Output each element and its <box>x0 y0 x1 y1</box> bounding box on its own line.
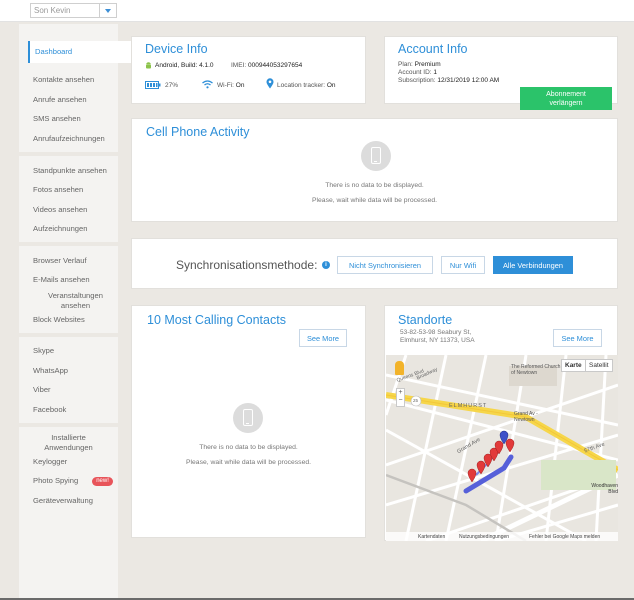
device-info-title: Device Info <box>145 42 208 56</box>
location-value: On <box>326 82 336 89</box>
account-id-value: 1 <box>433 69 438 76</box>
sidebar-item-installed-apps[interactable]: Installierte Anwendungen <box>19 433 118 453</box>
most-calling-contacts-card: 10 Most Calling Contacts See More There … <box>131 305 366 538</box>
build-value: 4.1.0 <box>199 62 214 69</box>
os-label: Android, Build: <box>155 62 198 69</box>
sidebar-item-keylogger[interactable]: Keylogger <box>19 457 118 467</box>
location-pin-icon <box>266 78 274 89</box>
map-terms-link[interactable]: Nutzungsbedingungen <box>459 534 509 540</box>
sidebar: Dashboard Kontakte ansehen Anrufe ansehe… <box>19 24 149 598</box>
location-label: Location tracker: <box>277 82 326 89</box>
sync-method-title: Synchronisationsmethode: <box>176 258 318 272</box>
activity-empty-message: There is no data to be displayed. <box>325 182 424 189</box>
sidebar-divider <box>19 333 118 337</box>
imei-label: IMEI: <box>231 62 247 69</box>
phone-icon <box>361 141 391 171</box>
wifi-label: Wi-Fi: <box>217 82 234 89</box>
user-select-value: Son Kevin <box>34 6 71 15</box>
map-type-karte[interactable]: Karte <box>561 359 586 372</box>
top-bar: Son Kevin <box>0 0 634 22</box>
locations-card: Standorte 53-82-53-98 Seabury St, Elmhur… <box>384 305 618 541</box>
sidebar-item-events[interactable]: Veranstaltungen ansehen <box>19 291 118 311</box>
activity-title: Cell Phone Activity <box>146 125 250 139</box>
sync-method-card: Synchronisationsmethode: i Nicht Synchro… <box>131 238 618 289</box>
map-data-link[interactable]: Kartendaten <box>418 534 445 540</box>
sidebar-item-browser-history[interactable]: Browser Verlauf <box>19 256 118 266</box>
user-select[interactable]: Son Kevin <box>30 3 117 18</box>
device-info-card: Device Info Android, Build: 4.1.0 IMEI: … <box>131 36 366 104</box>
sidebar-divider <box>19 423 118 427</box>
map-footer: Kartendaten Nutzungsbedingungen Fehler b… <box>386 532 618 541</box>
cell-phone-activity-card: Cell Phone Activity There is no data to … <box>131 118 618 222</box>
sidebar-item-whatsapp[interactable]: WhatsApp <box>19 366 118 376</box>
map-label-elmhurst: ELMHURST <box>449 403 488 409</box>
new-badge: new! <box>92 476 113 486</box>
account-id-label: Account ID: <box>398 69 432 76</box>
sync-option-all-connections[interactable]: Alle Verbindungen <box>493 256 573 274</box>
sidebar-item-locations[interactable]: Standpunkte ansehen <box>19 166 118 176</box>
renew-subscription-button[interactable]: Abonnement verlängern <box>520 87 612 110</box>
subscription-label: Subscription: <box>398 77 436 84</box>
street-view-pegman-icon[interactable] <box>395 361 404 375</box>
plan-label: Plan: <box>398 61 413 68</box>
activity-wait-message: Please, wait while data will be processe… <box>311 197 438 204</box>
contacts-title: 10 Most Calling Contacts <box>147 313 286 327</box>
battery-value: 27% <box>165 82 179 89</box>
sidebar-item-skype[interactable]: Skype <box>19 346 118 356</box>
location-map[interactable]: + − Karte Satellit Queens Blvd Broadway 2… <box>386 355 618 541</box>
sidebar-item-recordings[interactable]: Aufzeichnungen <box>19 224 118 234</box>
contacts-see-more-button[interactable]: See More <box>299 329 347 347</box>
sidebar-item-facebook[interactable]: Facebook <box>19 405 118 415</box>
phone-icon <box>233 403 263 433</box>
sidebar-item-contacts[interactable]: Kontakte ansehen <box>19 75 118 85</box>
chevron-down-icon[interactable] <box>99 4 116 17</box>
wifi-value: On <box>235 82 245 89</box>
address-line-1: 53-82-53-98 Seabury St, <box>400 329 472 336</box>
account-info-title: Account Info <box>398 42 468 56</box>
map-label-grand-av-newtown: Grand Av - Newtown <box>514 411 538 423</box>
info-icon[interactable]: i <box>322 261 330 269</box>
sidebar-item-videos[interactable]: Videos ansehen <box>19 205 118 215</box>
sidebar-divider <box>19 152 118 156</box>
zoom-out-icon[interactable]: − <box>397 397 404 405</box>
sidebar-divider <box>19 242 118 246</box>
sidebar-item-block-websites[interactable]: Block Websites <box>19 315 118 325</box>
imei-value: 000944053297654 <box>247 62 303 69</box>
sidebar-item-photo-spying[interactable]: Photo Spying new! <box>19 476 118 486</box>
locations-title: Standorte <box>398 313 453 327</box>
locations-see-more-button[interactable]: See More <box>553 329 602 347</box>
map-report-error-link[interactable]: Fehler bei Google Maps melden <box>529 534 600 540</box>
sidebar-item-emails[interactable]: E-Mails ansehen <box>19 275 118 285</box>
map-zoom-control[interactable]: + − <box>396 388 405 407</box>
contacts-empty-message: There is no data to be displayed. <box>199 444 298 451</box>
zoom-in-icon[interactable]: + <box>397 389 404 397</box>
map-label-route-25: 25 <box>413 398 419 403</box>
map-label-church: The Reformed Church of Newtown <box>511 364 561 376</box>
sidebar-item-calls[interactable]: Anrufe ansehen <box>19 95 118 105</box>
sidebar-item-sms[interactable]: SMS ansehen <box>19 114 118 124</box>
map-type-satellit[interactable]: Satellit <box>585 359 613 372</box>
subscription-value: 12/31/2019 12:00 AM <box>437 77 500 84</box>
sidebar-item-dashboard[interactable]: Dashboard <box>28 41 149 63</box>
wifi-icon <box>202 80 213 89</box>
sync-option-wifi-only[interactable]: Nur Wifi <box>441 256 485 274</box>
sidebar-item-photos[interactable]: Fotos ansehen <box>19 185 118 195</box>
battery-icon <box>145 81 161 89</box>
address-line-2: Elmhurst, NY 11373, USA <box>400 337 475 344</box>
plan-value: Premium <box>414 61 441 68</box>
contacts-wait-message: Please, wait while data will be processe… <box>185 459 312 466</box>
sidebar-item-device-management[interactable]: Geräteverwaltung <box>19 496 118 506</box>
sidebar-item-call-recordings[interactable]: Anrufaufzeichnungen <box>19 134 118 144</box>
map-label-woodhaven-blvd: Woodhaven Blvd <box>591 483 618 495</box>
sync-option-none[interactable]: Nicht Synchronisieren <box>337 256 433 274</box>
account-info-card: Account Info Plan: Premium Account ID: 1… <box>384 36 618 110</box>
android-icon <box>146 62 151 69</box>
sidebar-item-viber[interactable]: Viber <box>19 385 118 395</box>
